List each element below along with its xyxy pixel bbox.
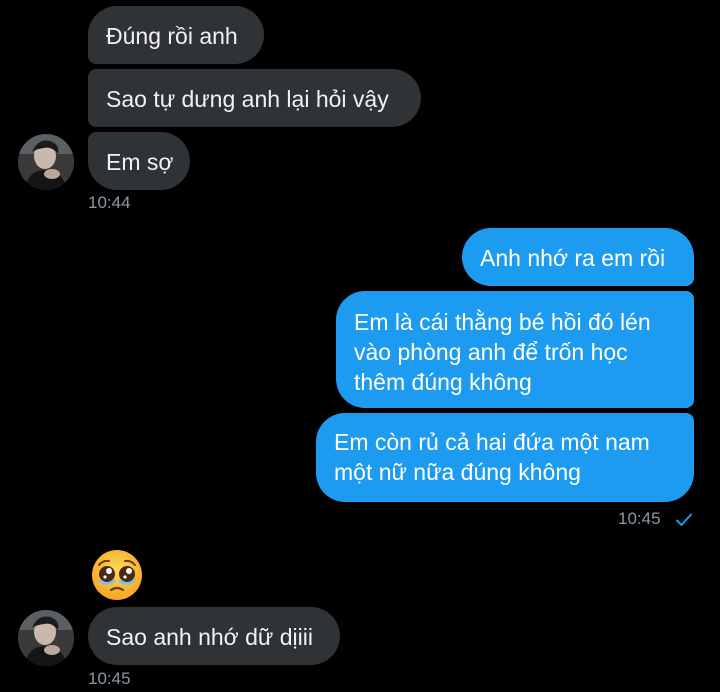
incoming-message[interactable]: Sao tự dưng anh lại hỏi vậy (88, 69, 421, 127)
message-text-line: vào phòng anh để trốn học (354, 339, 628, 365)
message-text: Sao anh nhớ dữ dịiii (106, 624, 313, 650)
message-text-line: thêm đúng không (354, 369, 532, 395)
message-timestamp: 10:45 (88, 669, 131, 688)
incoming-message[interactable]: Đúng rồi anh (88, 6, 264, 64)
message-text-line: Em còn rủ cả hai đứa một nam (334, 429, 650, 455)
outgoing-message[interactable]: Em còn rủ cả hai đứa một nam một nữ nữa … (316, 413, 694, 502)
incoming-message[interactable]: Em sợ (88, 132, 190, 190)
message-text: Anh nhớ ra em rồi (480, 245, 666, 271)
message-timestamp: 10:44 (88, 193, 131, 212)
user-avatar-icon (18, 610, 74, 666)
avatar[interactable] (18, 134, 74, 190)
message-text: Sao tự dưng anh lại hỏi vậy (106, 86, 389, 112)
message-text-line: một nữ nữa đúng không (334, 459, 581, 485)
avatar[interactable] (18, 610, 74, 666)
incoming-message[interactable]: Sao anh nhớ dữ dịiii (88, 607, 340, 665)
check-icon (676, 513, 692, 526)
pleading-face-emoji-icon (92, 550, 142, 600)
message-text: Em sợ (106, 149, 174, 175)
message-timestamp: 10:45 (618, 509, 661, 528)
user-avatar-icon (18, 134, 74, 190)
outgoing-message[interactable]: Em là cái thằng bé hồi đó lén vào phòng … (336, 291, 694, 408)
message-text-line: Em là cái thằng bé hồi đó lén (354, 309, 651, 335)
outgoing-message[interactable]: Anh nhớ ra em rồi (462, 228, 694, 286)
message-text: Đúng rồi anh (106, 23, 238, 49)
